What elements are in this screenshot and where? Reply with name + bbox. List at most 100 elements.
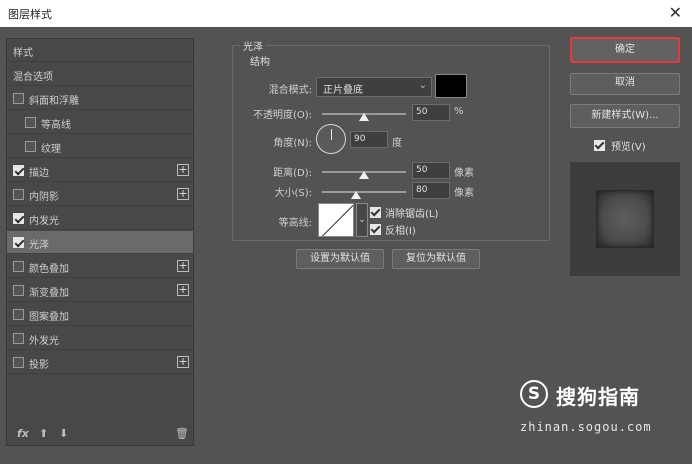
check-icon [370,224,381,235]
style-item[interactable]: 混合选项 [7,63,193,86]
preview-label: 预览(V) [611,142,646,153]
style-checkbox[interactable] [13,333,24,344]
style-checkbox[interactable] [13,309,24,320]
invert-label: 反相(I) [385,226,416,237]
style-item-label: 渐变叠加 [29,288,69,299]
arrow-down-icon[interactable]: ⬇ [59,427,68,440]
style-item[interactable]: 内阴影 + [7,183,193,206]
size-slider-thumb[interactable] [350,191,361,199]
watermark-text: 搜狗指南 [556,385,640,409]
distance-input[interactable]: 50 [412,162,450,179]
style-checkbox[interactable] [13,165,24,176]
style-item-label: 外发光 [29,336,59,347]
check-icon [370,207,381,218]
distance-slider-thumb[interactable] [359,171,369,179]
styles-toolbar: fx ⬆ ⬇ 🗑 [7,423,193,445]
style-preview [570,162,680,276]
title-bar: 图层样式 ✕ [0,0,692,27]
style-item-label: 内阴影 [29,192,59,203]
style-item-label: 颜色叠加 [29,264,69,275]
style-item[interactable]: 斜面和浮雕 [7,87,193,110]
style-item[interactable]: 描边 + [7,159,193,182]
chevron-down-icon[interactable]: ⌄ [356,203,368,237]
blend-mode-select[interactable]: 正片叠底 ⌄ [316,77,432,97]
plus-icon[interactable]: + [177,284,189,296]
trash-icon[interactable]: 🗑 [175,427,189,440]
style-item-label: 等高线 [41,120,71,131]
opacity-label: 不透明度(O): [252,110,312,121]
plus-icon[interactable]: + [177,188,189,200]
blend-mode-label: 混合模式: [268,85,312,96]
style-item[interactable]: 样式 [7,39,193,62]
style-item[interactable]: 外发光 [7,327,193,350]
new-style-button[interactable]: 新建样式(W)... [570,104,680,128]
style-item-label: 图案叠加 [29,312,69,323]
style-item[interactable]: 颜色叠加 + [7,255,193,278]
reset-default-button[interactable]: 复位为默认值 [392,249,480,269]
size-label: 大小(S): [274,188,312,199]
style-item[interactable]: 投影 + [7,351,193,374]
chevron-down-icon: ⌄ [418,80,427,91]
styles-list: 样式混合选项斜面和浮雕等高线纹理描边 + 内阴影 + 内发光光泽颜色叠加 + 渐变叠加 + 图案… [6,38,194,446]
color-swatch[interactable] [435,74,467,98]
style-checkbox[interactable] [13,285,24,296]
style-checkbox[interactable] [13,93,24,104]
size-unit: 像素 [454,188,474,199]
style-item-label: 样式 [13,48,33,59]
plus-icon[interactable]: + [177,164,189,176]
plus-icon[interactable]: + [177,356,189,368]
size-input[interactable]: 80 [412,182,450,199]
opacity-slider-thumb[interactable] [359,113,369,121]
style-item-label: 混合选项 [13,72,53,83]
style-checkbox[interactable] [13,261,24,272]
fx-icon[interactable]: fx [17,427,29,440]
group-title: 结构 [250,57,270,68]
opacity-unit: % [454,106,464,117]
distance-label: 距离(D): [273,168,312,179]
style-item-label: 光泽 [29,240,49,251]
close-icon[interactable]: ✕ [669,3,682,22]
preview-thumbnail [596,190,654,248]
angle-input[interactable]: 90 [350,131,388,148]
plus-icon[interactable]: + [177,260,189,272]
preview-checkbox[interactable]: 预览(V) [594,138,646,153]
cancel-button[interactable]: 取消 [570,73,680,95]
style-item-label: 投影 [29,360,49,371]
style-item[interactable]: 图案叠加 [7,303,193,326]
style-checkbox[interactable] [13,189,24,200]
antialias-checkbox[interactable]: 消除锯齿(L) [370,205,438,220]
antialias-label: 消除锯齿(L) [385,209,439,220]
size-slider-track[interactable] [322,191,406,193]
style-item[interactable]: 渐变叠加 + [7,279,193,302]
style-item[interactable]: 等高线 [7,111,193,134]
style-item-label: 纹理 [41,144,61,155]
style-checkbox[interactable] [13,237,24,248]
opacity-input[interactable]: 50 [412,104,450,121]
invert-checkbox[interactable]: 反相(I) [370,222,416,237]
arrow-up-icon[interactable]: ⬆ [39,427,48,440]
contour-label: 等高线: [278,218,312,229]
style-item[interactable]: 光泽 [7,231,193,254]
window-title: 图层样式 [8,8,52,21]
style-item[interactable]: 纹理 [7,135,193,158]
angle-dial[interactable] [316,124,346,154]
style-checkbox[interactable] [13,357,24,368]
watermark-url: zhinan.sogou.com [520,420,652,434]
angle-label: 角度(N): [273,138,312,149]
contour-picker[interactable] [318,203,354,237]
style-checkbox[interactable] [25,141,36,152]
blend-mode-value: 正片叠底 [323,85,363,96]
style-item-label: 斜面和浮雕 [29,96,79,107]
style-checkbox[interactable] [13,213,24,224]
check-icon [594,140,605,151]
set-default-button[interactable]: 设置为默认值 [296,249,384,269]
section-title: 光泽 [240,38,266,53]
style-item[interactable]: 内发光 [7,207,193,230]
distance-unit: 像素 [454,168,474,179]
sogou-logo-icon: S [520,380,548,408]
style-checkbox[interactable] [25,117,36,128]
style-item-label: 描边 [29,168,49,179]
ok-button[interactable]: 确定 [570,37,680,63]
style-item-label: 内发光 [29,216,59,227]
angle-unit: 度 [392,138,402,149]
